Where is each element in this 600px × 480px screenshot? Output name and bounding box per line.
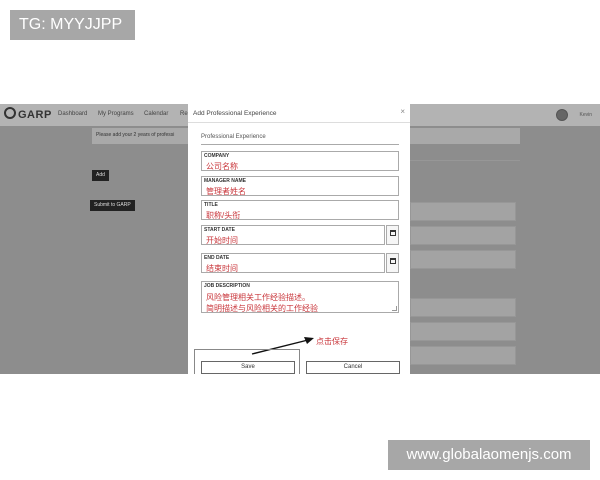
bg-field bbox=[410, 322, 516, 341]
click-save-annotation: 点击保存 bbox=[316, 337, 348, 346]
section-title: Professional Experience bbox=[201, 134, 266, 140]
calendar-icon bbox=[389, 230, 396, 236]
end-date-value: 结束时间 bbox=[206, 264, 238, 273]
company-field[interactable]: COMPANY 公司名称 bbox=[201, 151, 399, 171]
modal-title: Add Professional Experience bbox=[193, 110, 277, 117]
bg-field bbox=[410, 346, 516, 365]
company-label: COMPANY bbox=[204, 153, 230, 159]
start-date-calendar-button[interactable] bbox=[386, 225, 399, 245]
bg-field bbox=[410, 298, 516, 317]
end-date-calendar-button[interactable] bbox=[386, 253, 399, 273]
end-date-field[interactable]: END DATE 结束时间 bbox=[201, 253, 385, 273]
title-label: TITLE bbox=[204, 202, 218, 208]
user-name[interactable]: Kevin bbox=[579, 112, 592, 118]
save-button[interactable]: Save bbox=[201, 361, 295, 374]
job-description-field[interactable]: JOB DESCRIPTION 风险管理相关工作经验描述。 简明描述与风险相关的… bbox=[201, 281, 399, 313]
manager-name-label: MANAGER NAME bbox=[204, 178, 246, 184]
logo-ring-icon bbox=[4, 107, 16, 119]
nav-dashboard[interactable]: Dashboard bbox=[58, 111, 87, 117]
section-divider bbox=[201, 144, 399, 145]
start-date-field[interactable]: START DATE 开始时间 bbox=[201, 225, 385, 245]
app-screenshot: GARP Dashboard My Programs Calendar Re K… bbox=[0, 104, 600, 374]
close-icon[interactable]: × bbox=[400, 107, 405, 116]
bg-field bbox=[410, 226, 516, 245]
nav-calendar[interactable]: Calendar bbox=[144, 111, 168, 117]
bg-divider bbox=[410, 160, 520, 161]
modal-header-divider bbox=[188, 122, 410, 123]
submit-to-garp-button[interactable]: Submit to GARP bbox=[90, 200, 135, 211]
add-experience-modal: Add Professional Experience × Profession… bbox=[188, 104, 410, 374]
calendar-icon bbox=[389, 258, 396, 264]
start-date-label: START DATE bbox=[204, 227, 235, 233]
watermark-top-left: TG: MYYJJPP bbox=[10, 10, 135, 40]
bg-field bbox=[410, 202, 516, 221]
job-description-label: JOB DESCRIPTION bbox=[204, 283, 250, 289]
resize-handle-icon[interactable] bbox=[392, 306, 397, 311]
start-date-value: 开始时间 bbox=[206, 236, 238, 245]
job-description-line: 简明描述与风险相关的工作经验 bbox=[206, 304, 318, 313]
job-description-line: 风险管理相关工作经验描述。 bbox=[206, 293, 310, 302]
title-value: 职称/头衔 bbox=[206, 211, 241, 220]
cancel-button[interactable]: Cancel bbox=[306, 361, 400, 374]
manager-name-value: 管理者姓名 bbox=[206, 187, 246, 196]
garp-logo[interactable]: GARP bbox=[4, 107, 52, 121]
nav-my-programs[interactable]: My Programs bbox=[98, 111, 134, 117]
logo-text: GARP bbox=[18, 109, 52, 121]
user-avatar-icon[interactable] bbox=[556, 109, 568, 121]
end-date-label: END DATE bbox=[204, 255, 230, 261]
add-button[interactable]: Add bbox=[92, 170, 109, 181]
company-value: 公司名称 bbox=[206, 162, 238, 171]
nav-item-partial[interactable]: Re bbox=[180, 111, 188, 117]
watermark-bottom-right: www.globalaomenjs.com bbox=[388, 440, 590, 470]
title-field[interactable]: TITLE 职称/头衔 bbox=[201, 200, 399, 220]
bg-field bbox=[410, 250, 516, 269]
manager-name-field[interactable]: MANAGER NAME 管理者姓名 bbox=[201, 176, 399, 196]
